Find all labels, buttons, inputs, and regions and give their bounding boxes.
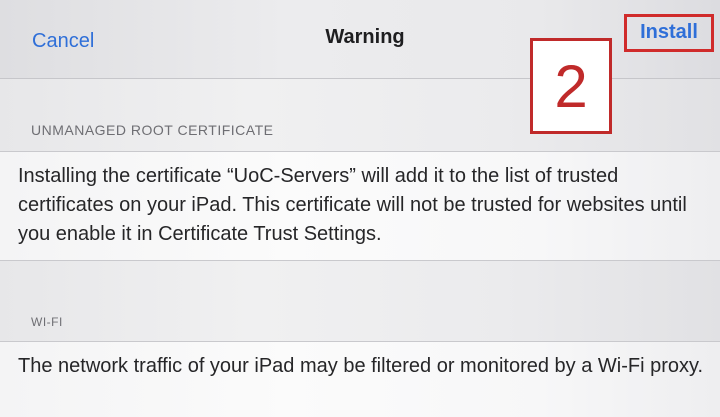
navigation-bar: Cancel Warning Install — [0, 0, 720, 79]
warning-sheet: Cancel Warning Install 2 UNMANAGED ROOT … — [0, 0, 720, 417]
wifi-section-header: WI-FI — [31, 315, 63, 329]
certificate-section-header: UNMANAGED ROOT CERTIFICATE — [31, 122, 274, 138]
step-number-annotation: 2 — [530, 38, 612, 134]
wifi-warning-text: The network traffic of your iPad may be … — [0, 341, 720, 417]
install-button[interactable]: Install — [624, 14, 714, 52]
certificate-warning-text: Installing the certificate “UoC-Servers”… — [0, 151, 720, 261]
cancel-button[interactable]: Cancel — [32, 30, 94, 53]
page-title: Warning — [325, 26, 405, 48]
